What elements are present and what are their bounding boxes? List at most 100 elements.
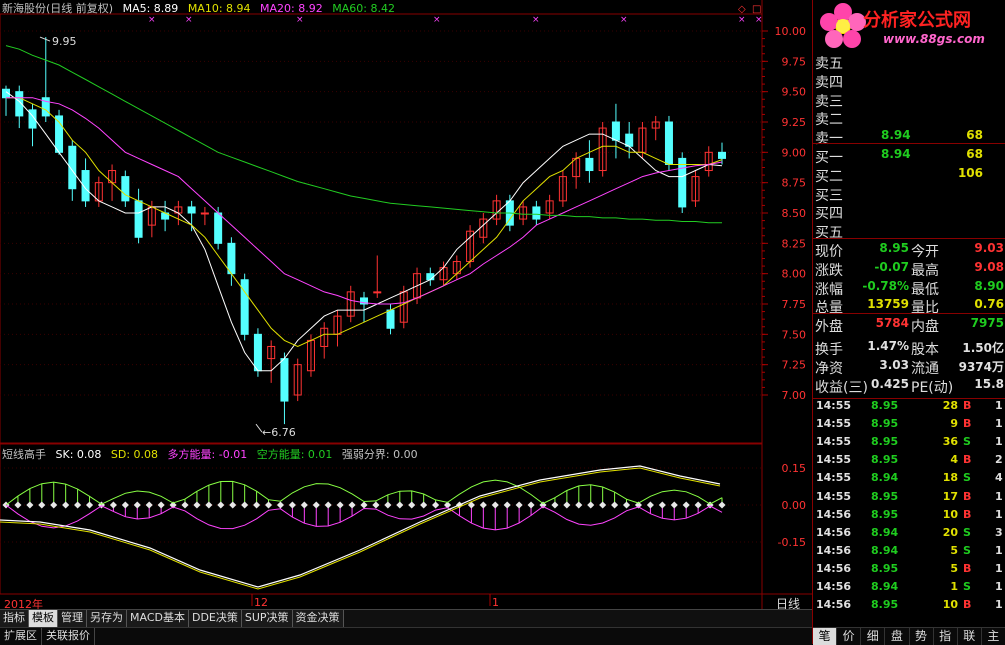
tick-count: 1: [995, 399, 1003, 412]
toolbar-tab-3[interactable]: 另存为: [87, 610, 127, 627]
tick-row: 14:55 8.95 9 B 1: [813, 417, 1005, 435]
orderbook-label: 卖一: [815, 131, 843, 148]
candle-down[interactable]: [227, 242, 236, 275]
tick-price: 8.94: [871, 580, 899, 593]
right-tab-3[interactable]: 盘: [885, 628, 910, 645]
indicator-toolbar: 指标 模板 管理 另存为 MACD基本 DDE决策 SUP决策 资金决策: [0, 609, 812, 627]
orderbook-label: 买五: [815, 225, 843, 242]
ma10-value: MA10: 8.94: [187, 2, 251, 15]
orderbook-label: 卖四: [815, 74, 843, 91]
tick-side: S: [963, 435, 971, 449]
right-tab-4[interactable]: 势: [910, 628, 934, 645]
candle-down[interactable]: [611, 121, 620, 141]
quote-label: 最低: [911, 281, 939, 298]
candle-up[interactable]: [373, 291, 382, 294]
candle-down[interactable]: [585, 157, 594, 172]
candle-down[interactable]: [280, 358, 289, 402]
toolbar-tab-0[interactable]: 指标: [0, 610, 29, 627]
tick-side: B: [963, 598, 972, 612]
bottom-tab-0[interactable]: 扩展区: [0, 628, 42, 645]
toolbar-tab-6[interactable]: SUP决策: [241, 610, 293, 627]
tick-row: 14:55 8.95 36 S 1: [813, 435, 1005, 453]
tick-side: B: [963, 489, 972, 503]
candle-down[interactable]: [214, 212, 223, 244]
tick-volume: 1: [950, 580, 958, 593]
tick-count: 1: [995, 507, 1003, 521]
candle-down[interactable]: [664, 121, 673, 165]
toolbar-tab-4[interactable]: MACD基本: [127, 610, 189, 627]
bottom-tab-1[interactable]: 关联报价: [42, 628, 95, 645]
quote-label: 内盘: [911, 319, 939, 336]
indicator-name: 短线高手: [2, 448, 46, 461]
zero-marker: [217, 501, 225, 509]
orderbook-row[interactable]: 买三: [813, 185, 1005, 204]
toolbar-tab-1[interactable]: 模板: [29, 610, 58, 627]
zero-marker: [551, 501, 559, 509]
right-tab-7[interactable]: 主: [982, 628, 1005, 645]
candle-down[interactable]: [253, 333, 262, 372]
candle-down[interactable]: [532, 206, 541, 220]
right-tab-2[interactable]: 细: [861, 628, 886, 645]
zero-marker: [109, 501, 117, 509]
right-tab-0[interactable]: 笔: [813, 628, 838, 645]
candle-down[interactable]: [625, 133, 634, 147]
zero-marker: [205, 501, 213, 509]
zero-marker: [264, 501, 273, 509]
right-tab-6[interactable]: 联: [958, 628, 982, 645]
orderbook-row[interactable]: 卖三: [813, 91, 1005, 110]
orderbook-label: 买三: [815, 187, 843, 204]
ma20-value: MA20: 8.92: [260, 2, 323, 15]
right-tab-5[interactable]: 指: [934, 628, 958, 645]
candle-down[interactable]: [678, 157, 687, 208]
indicator-frame: [0, 443, 763, 595]
zero-marker: [85, 501, 94, 509]
zero-marker: [157, 501, 165, 509]
orderbook-row[interactable]: 买二 106: [813, 165, 1005, 185]
right-tab-1[interactable]: 价: [837, 628, 862, 645]
candle-down[interactable]: [121, 176, 130, 202]
quote-value: 1.50亿: [962, 341, 1004, 355]
tick-count: 1: [995, 417, 1003, 431]
kline-chart[interactable]: 10.009.759.509.259.008.758.508.258.007.7…: [0, 0, 812, 610]
orderbook-volume: 106: [957, 165, 983, 180]
orderbook-row[interactable]: 卖五: [813, 53, 1005, 72]
orderbook-row[interactable]: 卖二: [813, 109, 1005, 129]
toolbar-tab-7[interactable]: 资金决策: [292, 610, 344, 627]
site-logo: 分析家公式网 www.88gs.com: [813, 0, 1005, 52]
candle-down[interactable]: [718, 151, 726, 159]
quote-label: 换手: [815, 342, 843, 358]
candle-down[interactable]: [187, 206, 196, 214]
tick-count: 1: [995, 580, 1003, 593]
zero-marker: [622, 501, 631, 509]
event-marker: ×: [532, 15, 540, 25]
duo-value: 多方能量: -0.01: [167, 448, 248, 461]
tick-time: 14:56: [816, 507, 852, 521]
orderbook-row[interactable]: 买一 8.94 68: [813, 147, 1005, 166]
tick-volume: 18: [942, 471, 958, 485]
indicator-axis-label: -0.15: [778, 536, 806, 549]
close-box-icon[interactable]: □: [752, 4, 761, 15]
toolbar-tab-2[interactable]: 管理: [58, 610, 87, 627]
sk-line: [0, 465, 721, 588]
orderbook-row[interactable]: 卖四: [813, 72, 1005, 91]
zero-marker: [300, 501, 308, 509]
tick-count: 1: [995, 435, 1003, 449]
candle-down[interactable]: [426, 273, 435, 281]
high-pointer: [39, 36, 51, 42]
candle-up[interactable]: [200, 212, 209, 215]
tick-side: S: [963, 543, 971, 557]
candle-down[interactable]: [134, 200, 143, 238]
tick-side: S: [963, 471, 971, 485]
zero-marker: [694, 501, 702, 509]
quote-label: 今开: [911, 244, 939, 260]
diamond-icon[interactable]: ◇: [738, 4, 746, 15]
orderbook-label: 卖二: [815, 112, 843, 129]
candle-down[interactable]: [386, 309, 395, 329]
quote-row: 涨跌 -0.07 最高 9.08: [813, 260, 1005, 279]
price-axis-label: 10.00: [775, 25, 807, 38]
quote-label: 最高: [911, 262, 939, 279]
orderbook-row[interactable]: 买四: [813, 203, 1005, 222]
toolbar-tab-5[interactable]: DDE决策: [188, 610, 242, 627]
event-marker: ×: [296, 15, 304, 25]
quote-label: 涨幅: [815, 281, 843, 298]
